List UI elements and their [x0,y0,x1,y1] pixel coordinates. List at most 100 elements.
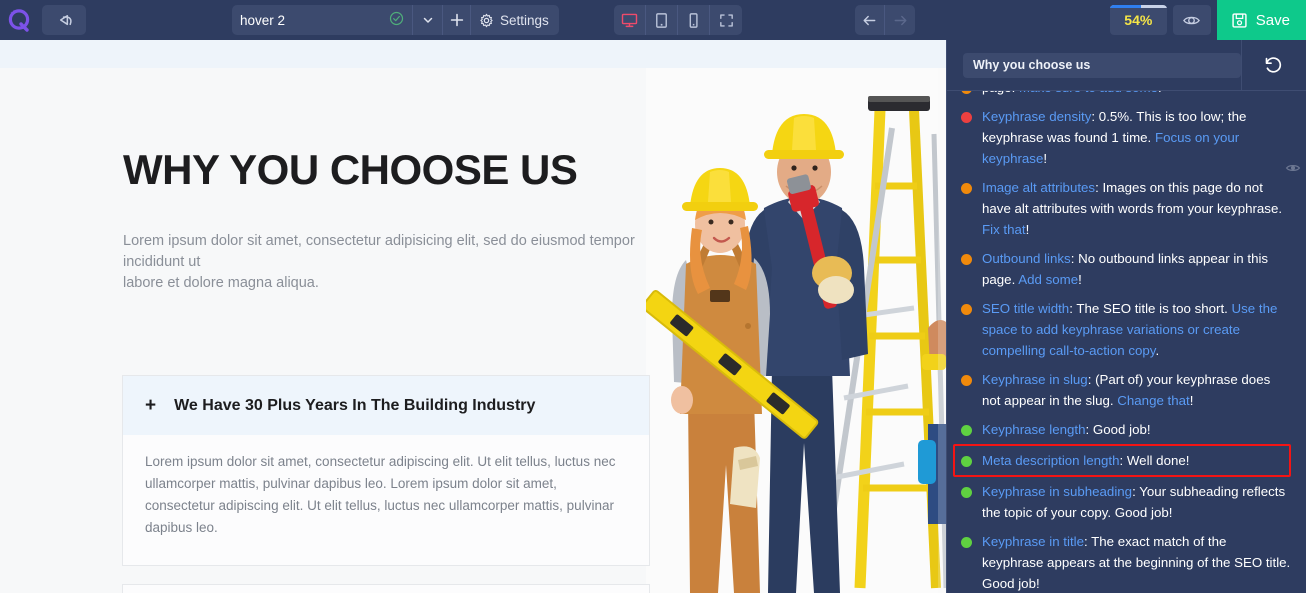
seo-result-row-highlighted[interactable]: Meta description length: Well done! [953,444,1291,477]
seo-result-row[interactable]: Image alt attributes: Images on this pag… [959,173,1293,244]
seo-check-label[interactable]: Keyphrase in title [982,534,1084,549]
page-content: WHY YOU CHOOSE US Lorem ipsum dolor sit … [0,68,946,593]
accordion-header-2[interactable]: + All Construction Management [123,585,649,593]
history-nav-group [855,5,915,35]
save-button[interactable]: Save [1216,0,1306,40]
seo-check-label[interactable]: Image alt attributes [982,180,1095,195]
settings-label: Settings [500,12,549,28]
qubely-logo[interactable] [0,0,40,40]
mobile-view-button[interactable] [678,5,710,35]
seo-result-text: Keyphrase in slug: (Part of) your keyphr… [982,369,1291,411]
seo-result-text: Keyphrase density: 0.5%. This is too low… [982,106,1291,169]
status-bullet-orange [961,183,972,194]
top-toolbar: hover 2 Settings 54% Save [0,0,1306,40]
seo-help-link[interactable]: Fix that [982,222,1026,237]
seo-result-copy: page. [982,91,1019,95]
seo-result-copy: ! [1043,151,1048,166]
desktop-view-button[interactable] [614,5,646,35]
seo-result-row[interactable]: SEO title width: The SEO title is too sh… [959,294,1293,365]
seo-result-row[interactable]: Keyphrase in title: The exact match of t… [959,527,1293,593]
seo-results-list[interactable]: page. Make sure to add some!Keyphrase de… [947,91,1306,593]
eye-icon [1183,16,1201,24]
accordion: + We Have 30 Plus Years In The Building … [122,375,650,593]
seo-result-copy: : The SEO title is too short. [1069,301,1232,316]
preview-button[interactable] [1172,5,1211,35]
seo-panel-header: Why you choose us [947,39,1306,91]
mobile-icon [689,12,698,28]
page-title: WHY YOU CHOOSE US [123,146,578,193]
seo-check-label[interactable]: Keyphrase in slug [982,372,1088,387]
seo-result-text: Keyphrase length: Good job! [982,419,1151,440]
status-bullet-orange [961,91,972,94]
seo-result-row[interactable]: Outbound links: No outbound links appear… [959,244,1293,294]
seo-result-text: Outbound links: No outbound links appear… [982,248,1291,290]
seo-result-copy: . [1155,343,1160,358]
status-bullet-red [961,112,972,123]
reset-analysis-button[interactable] [1241,39,1301,91]
focus-keyphrase-value: Why you choose us [973,58,1091,72]
seo-result-text: Meta description length: Well done! [982,450,1189,471]
expand-icon [719,13,733,27]
nav-back-button[interactable] [855,5,885,35]
status-bullet-orange [961,375,972,386]
device-preview-group [614,5,742,35]
floppy-disk-icon [1232,12,1247,28]
revert-button[interactable] [42,5,86,35]
seo-check-label[interactable]: Outbound links [982,251,1071,266]
page-subtitle: Lorem ipsum dolor sit amet, consectetur … [123,233,635,291]
seo-help-link[interactable]: Make sure to add some [1019,91,1158,95]
seo-result-copy: ! [1078,272,1082,287]
construction-workers-illustration [646,68,946,593]
check-circle-icon [389,11,404,29]
seo-result-copy: ! [1189,393,1194,408]
seo-result-text: Image alt attributes: Images on this pag… [982,177,1291,240]
accordion-header-1[interactable]: + We Have 30 Plus Years In The Building … [123,376,649,435]
seo-result-row[interactable]: Keyphrase in slug: (Part of) your keyphr… [959,365,1293,415]
seo-result-row[interactable]: Keyphrase length: Good job! [959,415,1293,444]
chevron-down-icon [423,17,432,23]
accordion-item: + We Have 30 Plus Years In The Building … [122,375,650,566]
add-page-button[interactable] [442,5,470,35]
page-selector-group: hover 2 Settings [232,5,559,35]
status-bullet-green [961,487,972,498]
page-name-field[interactable]: hover 2 [232,5,412,35]
seo-check-label[interactable]: Keyphrase density [982,109,1091,124]
seo-result-copy: : Good job! [1085,422,1151,437]
seo-result-copy: : Well done! [1119,453,1190,468]
seo-score-badge[interactable]: 54% [1109,5,1167,35]
status-bullet-green [961,456,972,467]
canvas-top-strip [0,40,946,68]
seo-result-row[interactable]: Keyphrase density: 0.5%. This is too low… [959,102,1293,173]
seo-check-label[interactable]: Meta description length [982,453,1119,468]
seo-score-progress [1109,5,1167,8]
arrow-right-icon [894,15,906,25]
seo-score-value: 54% [1124,12,1153,28]
focus-keyphrase-input[interactable]: Why you choose us [963,52,1241,78]
undo-arrow-icon [59,14,72,25]
seo-help-link[interactable]: Add some [1018,272,1078,287]
page-name-value: hover 2 [240,12,286,28]
seo-check-label[interactable]: Keyphrase in subheading [982,484,1132,499]
tablet-icon [656,12,667,28]
nav-forward-button[interactable] [885,5,915,35]
page-canvas[interactable]: WHY YOU CHOOSE US Lorem ipsum dolor sit … [0,40,946,593]
accordion-body-1: Lorem ipsum dolor sit amet, consectetur … [145,454,616,535]
seo-result-row[interactable]: page. Make sure to add some! [959,91,1293,102]
seo-result-copy: ! [1158,91,1162,95]
seo-result-copy: ! [1025,222,1030,237]
status-bullet-orange [961,304,972,315]
qubely-logo-icon [8,9,30,32]
fullscreen-button[interactable] [710,5,742,35]
page-dropdown-button[interactable] [412,5,442,35]
seo-help-link[interactable]: Change that [1117,393,1189,408]
settings-button[interactable]: Settings [470,5,559,35]
accordion-item: + All Construction Management [122,584,650,593]
status-bullet-orange [961,254,972,265]
tablet-view-button[interactable] [646,5,678,35]
seo-result-row[interactable]: Keyphrase in subheading: Your subheading… [959,477,1293,527]
seo-check-label[interactable]: Keyphrase length [982,422,1086,437]
gear-icon [480,13,493,27]
seo-result-text: page. Make sure to add some! [982,91,1162,98]
seo-result-text: Keyphrase in title: The exact match of t… [982,531,1291,593]
seo-check-label[interactable]: SEO title width [982,301,1069,316]
